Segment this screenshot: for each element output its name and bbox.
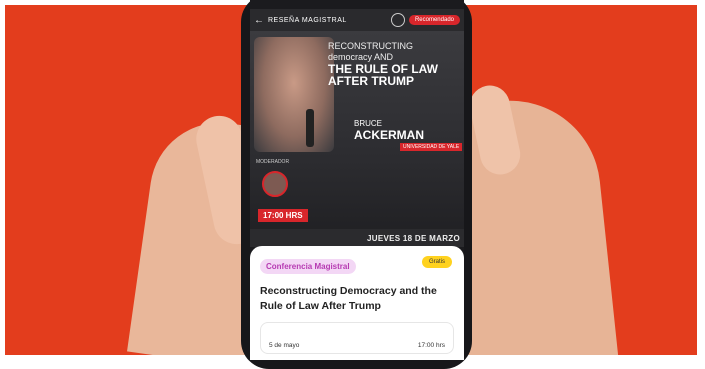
poster-date: JUEVES 18 DE MARZO bbox=[367, 233, 460, 243]
back-arrow-icon[interactable]: ← bbox=[254, 15, 264, 26]
event-hour: 17:00 hrs bbox=[417, 342, 445, 349]
event-poster: RECONSTRUCTING democracy AND THE RULE OF… bbox=[250, 31, 464, 247]
event-time-badge: 17:00 HRS bbox=[258, 209, 308, 222]
category-chip[interactable]: Conferencia Magistral bbox=[260, 259, 356, 274]
microphone-icon bbox=[306, 109, 314, 147]
speaker-name: BRUCE ACKERMAN bbox=[354, 119, 424, 142]
app-header: ← RESEÑA MAGISTRAL Recomendado bbox=[250, 9, 464, 31]
speaker-first-name: BRUCE bbox=[354, 119, 383, 128]
header-title: RESEÑA MAGISTRAL bbox=[268, 16, 347, 24]
university-logo-icon bbox=[390, 13, 405, 27]
recommended-button[interactable]: Recomendado bbox=[408, 15, 460, 25]
price-pill: Gratis bbox=[421, 256, 452, 268]
poster-title: RECONSTRUCTING democracy AND THE RULE OF… bbox=[328, 41, 458, 87]
moderation-label: MODERADOR bbox=[256, 159, 290, 165]
event-card[interactable]: Conferencia Magistral Gratis Reconstruct… bbox=[250, 246, 464, 360]
poster-title-big: THE RULE OF LAW AFTER TRUMP bbox=[328, 62, 438, 88]
event-info-box: 5 de mayo 17:00 hrs bbox=[260, 322, 454, 354]
speaker-last-name: ACKERMAN bbox=[354, 128, 424, 142]
event-date: 5 de mayo bbox=[269, 342, 300, 349]
speaker-portrait bbox=[254, 37, 334, 152]
event-headline: Reconstructing Democracy and the Rule of… bbox=[260, 285, 437, 312]
poster-title-line1: RECONSTRUCTING bbox=[328, 41, 413, 51]
speaker-affiliation: UNIVERSIDAD DE YALE bbox=[400, 143, 463, 151]
moderator-avatar bbox=[262, 171, 288, 197]
poster-date-strip: JUEVES 18 DE MARZO bbox=[250, 229, 464, 247]
phone-screen: ← RESEÑA MAGISTRAL Recomendado RECONSTRU… bbox=[250, 0, 464, 360]
